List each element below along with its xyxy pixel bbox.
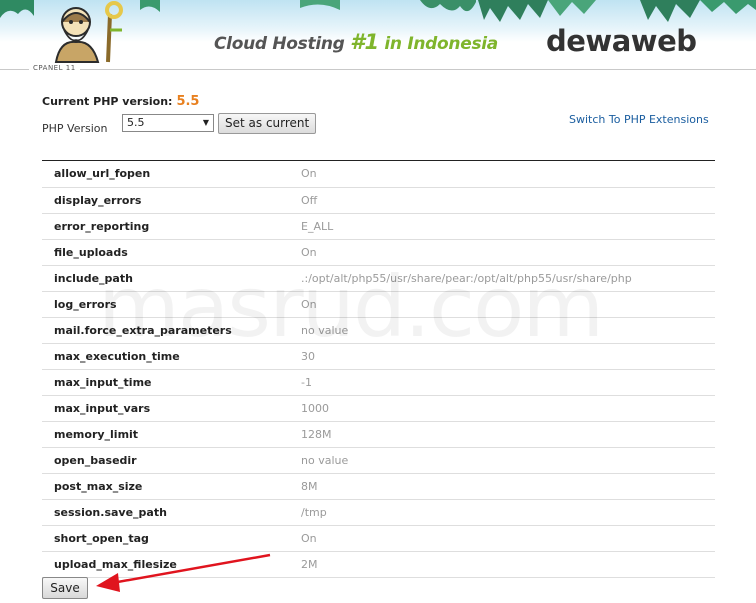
option-row: open_basedir no value	[42, 447, 715, 474]
current-php-version: Current PHP version: 5.5	[42, 94, 199, 109]
option-value[interactable]: Off	[301, 187, 715, 214]
option-row: session.save_path/tmp	[42, 499, 715, 526]
option-value[interactable]: On	[301, 525, 715, 552]
option-row: log_errors On	[42, 291, 715, 318]
option-name: max_input_vars	[42, 395, 301, 422]
option-name: mail.force_extra_parameters	[42, 317, 301, 344]
current-php-value: 5.5	[176, 94, 200, 109]
option-name: log_errors	[42, 291, 301, 318]
option-value[interactable]: 1000	[301, 395, 715, 422]
option-name: max_input_time	[42, 369, 301, 396]
mascot-logo-icon	[54, 1, 123, 63]
option-name: display_errors	[42, 187, 301, 214]
option-value[interactable]: 8M	[301, 473, 715, 500]
option-row: error_reporting E_ALL	[42, 213, 715, 240]
option-name: error_reporting	[42, 213, 301, 240]
option-row: short_open_tag On	[42, 525, 715, 552]
option-row: post_max_size 8M	[42, 473, 715, 500]
dropdown-arrow-icon: ▼	[202, 118, 209, 127]
option-name: max_execution_time	[42, 343, 301, 370]
option-row: upload_max_filesize 2M	[42, 551, 715, 578]
option-name: file_uploads	[42, 239, 301, 266]
option-value[interactable]: /tmp	[301, 499, 715, 526]
option-value[interactable]: E_ALL	[301, 213, 715, 240]
option-value[interactable]: On	[301, 161, 715, 188]
option-name: allow_url_fopen	[42, 161, 301, 188]
option-value[interactable]: 128M	[301, 421, 715, 448]
php-version-selected: 5.5	[127, 116, 145, 129]
option-name: open_basedir	[42, 447, 301, 474]
option-row: max_input_time -1	[42, 369, 715, 396]
option-row: display_errors Off	[42, 187, 715, 214]
option-name: post_max_size	[42, 473, 301, 500]
banner-tagline: Cloud Hosting #1 in Indonesia	[214, 30, 498, 54]
save-button[interactable]: Save	[42, 577, 88, 599]
option-row: max_execution_time 30	[42, 343, 715, 370]
option-value[interactable]: no value	[301, 447, 715, 474]
php-version-label: PHP Version	[42, 122, 108, 135]
set-as-current-button[interactable]: Set as current	[218, 113, 317, 134]
option-name: include_path	[42, 265, 301, 292]
brand-logo-text: dewaweb	[546, 24, 697, 58]
option-name: session.save_path	[42, 499, 301, 526]
option-value[interactable]: On	[301, 239, 715, 266]
option-row: mail.force_extra_parameters no value	[42, 317, 715, 344]
option-name: short_open_tag	[42, 525, 301, 552]
option-row: include_path .:/opt/alt/php55/usr/share/p…	[42, 265, 715, 292]
cpanel-divider: CPANEL 11	[0, 64, 756, 76]
option-value[interactable]: -1	[301, 369, 715, 396]
php-options-table: allow_url_fopen On display_errors Off error_…	[42, 161, 715, 578]
option-name: memory_limit	[42, 421, 301, 448]
cpanel-label: CPANEL 11	[29, 64, 80, 72]
option-value[interactable]: On	[301, 291, 715, 318]
option-row: allow_url_fopen On	[42, 161, 715, 188]
option-value[interactable]: no value	[301, 317, 715, 344]
site-banner: Cloud Hosting #1 in Indonesia dewaweb	[0, 0, 756, 70]
option-row: file_uploads On	[42, 239, 715, 266]
option-value[interactable]: .:/opt/alt/php55/usr/share/pear:/opt/alt…	[301, 265, 715, 292]
switch-to-php-extensions-link[interactable]: Switch To PHP Extensions	[569, 113, 709, 126]
php-version-select[interactable]: 5.5 ▼	[122, 114, 214, 132]
current-php-label: Current PHP version:	[42, 95, 173, 108]
option-name: upload_max_filesize	[42, 551, 301, 578]
option-value[interactable]: 30	[301, 343, 715, 370]
option-row: max_input_vars 1000	[42, 395, 715, 422]
option-value[interactable]: 2M	[301, 551, 715, 578]
option-row: memory_limit 128M	[42, 421, 715, 448]
